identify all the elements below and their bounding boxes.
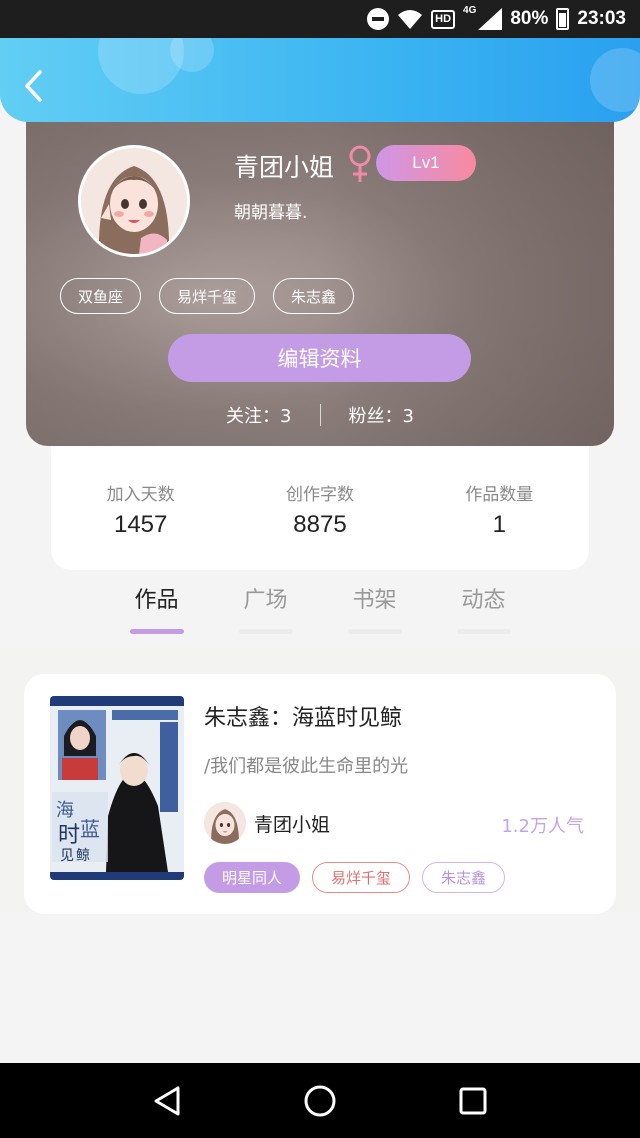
divider <box>319 404 321 426</box>
following-count[interactable]: 关注：3 <box>226 402 291 428</box>
popularity-count: 1.2万人气 <box>501 816 584 837</box>
avatar[interactable] <box>78 145 190 257</box>
work-tag[interactable]: 朱志鑫 <box>422 862 506 893</box>
stat-value: 1 <box>492 511 506 538</box>
tab-label: 广场 <box>243 588 288 613</box>
status-bar: HD 4G 80% 23:03 <box>0 0 640 38</box>
stats-card: 加入天数 1457 创作字数 8875 作品数量 1 <box>51 446 589 570</box>
edit-profile-button[interactable]: 编辑资料 <box>168 334 471 382</box>
female-icon <box>349 145 371 182</box>
tab-activity[interactable]: 动态 <box>429 582 538 638</box>
cover-char: 时 <box>58 823 80 848</box>
author-avatar <box>204 802 246 844</box>
nav-back-button[interactable] <box>147 1081 187 1121</box>
cover-char: 海 <box>56 800 74 821</box>
clock: 23:03 <box>577 8 626 29</box>
hd-badge: HD <box>431 9 456 29</box>
tab-indicator <box>238 629 293 634</box>
profile-card: 青团小姐 Lv1 朝朝暮暮. 双鱼座 易烊千玺 朱志鑫 编辑资料 关注：3 粉丝… <box>26 110 614 446</box>
work-title[interactable]: 朱志鑫：海蓝时见鲸 <box>204 700 402 732</box>
system-nav-bar <box>0 1063 640 1138</box>
cover-char: 见 <box>60 848 74 864</box>
home-circle-icon <box>304 1085 336 1116</box>
recents-square-icon <box>459 1087 487 1114</box>
decor-bubble <box>590 48 640 112</box>
cover-char: 蓝 <box>80 817 100 841</box>
stat-work-count: 作品数量 1 <box>410 446 589 570</box>
cover-char: 鲸 <box>76 848 90 864</box>
signal-icon <box>478 8 503 30</box>
tab-indicator <box>456 629 511 634</box>
nav-home-button[interactable] <box>300 1081 340 1121</box>
profile-tags: 双鱼座 易烊千玺 朱志鑫 <box>60 278 355 314</box>
work-description: /我们都是彼此生命里的光 <box>204 756 409 777</box>
work-tags: 明星同人 易烊千玺 朱志鑫 <box>204 862 506 893</box>
stat-label: 创作字数 <box>285 485 354 505</box>
stat-word-count: 创作字数 8875 <box>230 446 409 570</box>
stat-join-days: 加入天数 1457 <box>51 446 230 570</box>
stat-label: 作品数量 <box>465 485 534 505</box>
author-row[interactable]: 青团小姐 <box>204 802 330 844</box>
tab-label: 作品 <box>134 588 179 613</box>
tab-label: 动态 <box>461 588 506 613</box>
network-type: 4G <box>463 5 477 16</box>
stat-value: 8875 <box>293 511 347 538</box>
follow-stats: 关注：3 粉丝：3 <box>26 402 614 428</box>
wifi-icon <box>397 8 423 30</box>
username: 青团小姐 <box>234 153 335 182</box>
profile-tag[interactable]: 易烊千玺 <box>159 278 256 314</box>
work-tag[interactable]: 易烊千玺 <box>312 862 411 893</box>
profile-tag[interactable]: 朱志鑫 <box>273 278 355 314</box>
battery-percent: 80% <box>510 8 549 29</box>
profile-tag[interactable]: 双鱼座 <box>60 278 142 314</box>
book-cover[interactable]: 海 时 蓝 见 鲸 <box>50 696 184 880</box>
tab-indicator <box>347 629 402 634</box>
battery-icon <box>556 8 570 30</box>
back-button[interactable] <box>20 68 50 104</box>
nav-recents-button[interactable] <box>453 1081 493 1121</box>
tab-label: 书架 <box>352 588 397 613</box>
stat-label: 加入天数 <box>106 485 175 505</box>
followers-count[interactable]: 粉丝：3 <box>349 402 414 428</box>
work-card[interactable]: 海 时 蓝 见 鲸 朱志鑫：海蓝时见鲸 /我们都是彼此生命里的光 青团小姐 1.… <box>24 674 616 914</box>
work-tag-category[interactable]: 明星同人 <box>204 862 301 893</box>
dnd-icon <box>367 8 390 30</box>
signature: 朝朝暮暮. <box>234 203 308 223</box>
tab-works[interactable]: 作品 <box>102 582 211 638</box>
stat-value: 1457 <box>113 511 168 538</box>
level-badge: Lv1 <box>376 145 476 181</box>
chevron-left-icon <box>25 70 42 102</box>
tab-bookshelf[interactable]: 书架 <box>320 582 429 638</box>
top-header <box>0 38 640 122</box>
tab-square[interactable]: 广场 <box>211 582 320 638</box>
author-name: 青团小姐 <box>254 813 331 836</box>
content-tabs: 作品 广场 书架 动态 <box>102 582 538 638</box>
tab-indicator <box>129 629 184 634</box>
back-triangle-icon <box>154 1086 180 1115</box>
